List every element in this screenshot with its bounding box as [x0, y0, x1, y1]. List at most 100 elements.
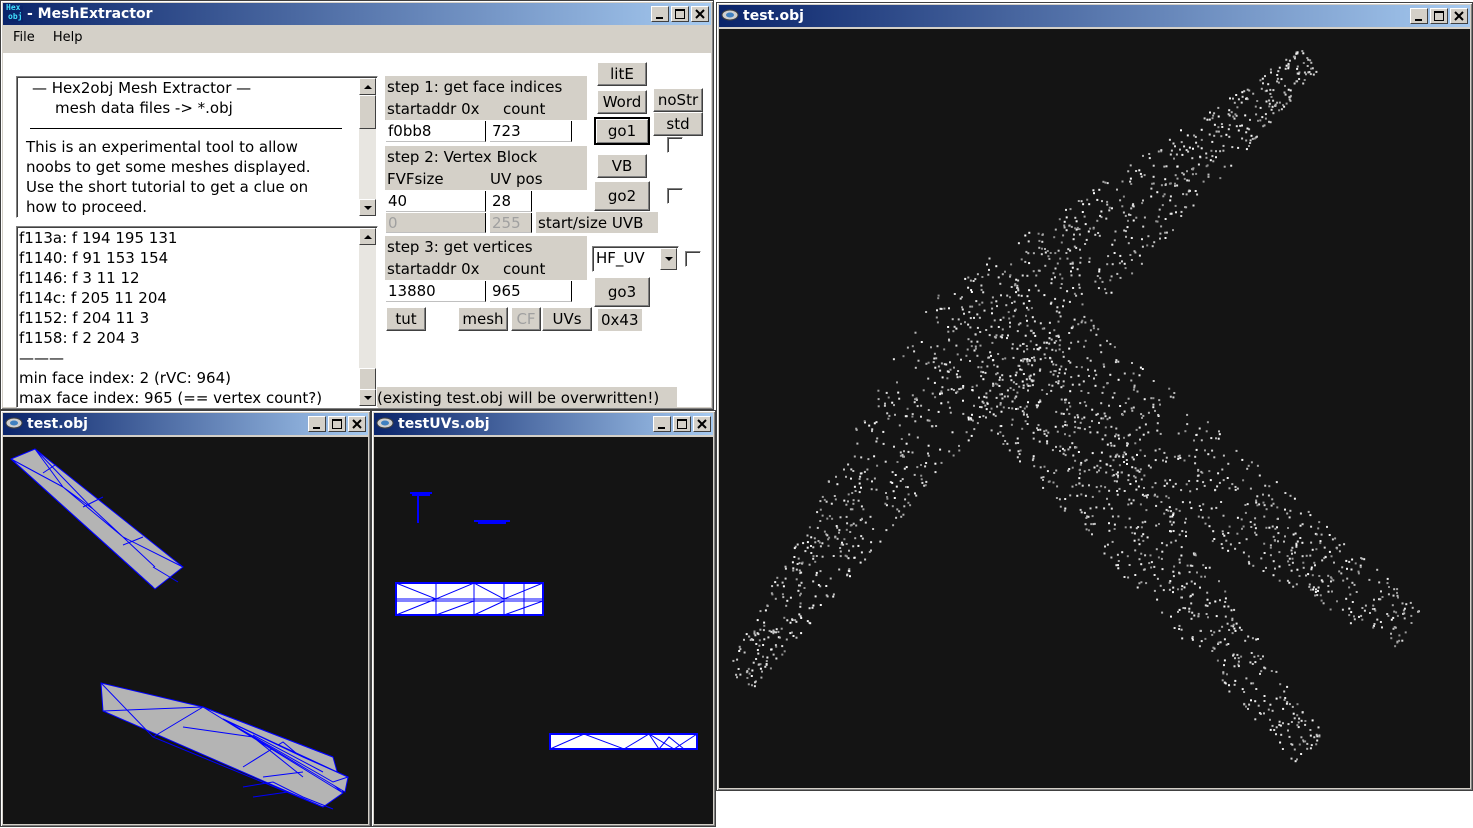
maximize-button[interactable]	[673, 416, 691, 432]
minimize-button[interactable]	[1410, 8, 1428, 24]
point	[752, 661, 755, 664]
point	[970, 340, 973, 343]
scroll-down-button[interactable]	[359, 199, 376, 216]
point	[1156, 191, 1159, 194]
point	[1172, 142, 1175, 145]
close-button[interactable]	[1450, 8, 1468, 24]
point	[1147, 431, 1150, 434]
point	[1227, 549, 1230, 552]
point	[1276, 506, 1279, 509]
std-checkbox[interactable]	[667, 137, 683, 153]
point	[1094, 384, 1097, 387]
close-button[interactable]	[693, 416, 711, 432]
go3-button[interactable]: go3	[594, 277, 650, 307]
viewer-window-icon	[721, 9, 739, 21]
point	[1213, 538, 1216, 540]
point	[1247, 464, 1250, 467]
scroll-thumb[interactable]	[359, 368, 376, 390]
point	[1208, 118, 1211, 121]
point	[1361, 618, 1364, 621]
point	[1053, 236, 1056, 239]
point	[1211, 140, 1214, 143]
main-titlebar[interactable]: Hex obj - MeshExtractor	[3, 3, 711, 25]
minimize-button[interactable]	[308, 416, 326, 432]
point	[1095, 333, 1098, 336]
close-button[interactable]	[348, 416, 366, 432]
small-viewport[interactable]	[3, 437, 368, 824]
minimize-button[interactable]	[651, 6, 669, 22]
go2-button[interactable]: go2	[594, 181, 650, 211]
point	[1039, 400, 1042, 403]
point	[1033, 320, 1036, 323]
point	[1057, 380, 1060, 383]
dropdown-button[interactable]	[660, 248, 677, 270]
point	[1017, 289, 1020, 292]
info-scrollbar[interactable]	[359, 78, 376, 216]
point	[1058, 368, 1061, 371]
uvs-button[interactable]: UVs	[542, 307, 592, 331]
go2-checkbox[interactable]	[667, 188, 683, 204]
point	[737, 668, 740, 670]
point	[1287, 560, 1290, 563]
point	[963, 312, 965, 315]
scroll-up-button[interactable]	[359, 78, 376, 95]
point	[1330, 580, 1332, 583]
scroll-up-button[interactable]	[359, 228, 376, 245]
go1-button[interactable]: go1	[594, 117, 650, 145]
uv-viewer-titlebar[interactable]: testUVs.obj	[374, 413, 713, 435]
lite-button[interactable]: litE	[597, 62, 647, 86]
step1-count-input[interactable]: 723	[490, 121, 572, 142]
point	[1142, 433, 1145, 436]
point	[1329, 576, 1332, 579]
point	[1111, 263, 1114, 266]
point	[1286, 701, 1289, 704]
format-select[interactable]: HF_UV	[592, 246, 679, 272]
scroll-down-button[interactable]	[359, 389, 376, 406]
large-viewer-titlebar[interactable]: test.obj	[719, 5, 1470, 27]
format-checkbox[interactable]	[685, 251, 701, 267]
point	[1010, 263, 1013, 266]
uv-viewport[interactable]	[374, 437, 713, 824]
scroll-thumb[interactable]	[359, 95, 376, 129]
uv-pos-input[interactable]: 28	[490, 191, 532, 212]
point	[1012, 356, 1015, 359]
point	[974, 333, 977, 336]
point	[1099, 466, 1102, 469]
point	[1269, 703, 1272, 706]
uvb-start-input[interactable]: 0	[386, 213, 486, 233]
info-textbox[interactable]: — Hex2obj Mesh Extractor — mesh data fil…	[16, 76, 378, 218]
log-textbox[interactable]: f113a: f 194 195 131 f1140: f 91 153 154…	[16, 226, 378, 408]
point	[1000, 410, 1003, 413]
minimize-button[interactable]	[653, 416, 671, 432]
point	[1096, 198, 1099, 201]
close-button[interactable]	[691, 6, 709, 22]
menu-help[interactable]: Help	[53, 30, 83, 45]
point	[1137, 526, 1140, 528]
mesh-button[interactable]: mesh	[458, 307, 508, 331]
point	[1357, 572, 1360, 575]
step3-startaddr-input[interactable]: 13880	[386, 281, 486, 302]
maximize-button[interactable]	[671, 6, 689, 22]
point	[1405, 603, 1408, 606]
log-scrollbar[interactable]	[359, 228, 376, 406]
uvb-size-input[interactable]: 255	[490, 213, 532, 233]
menu-file[interactable]: File	[13, 30, 35, 45]
point	[1109, 373, 1112, 376]
step3-count-input[interactable]: 965	[490, 281, 572, 302]
vb-button[interactable]: VB	[597, 154, 647, 178]
point	[877, 389, 880, 392]
cf-button[interactable]: CF	[511, 307, 541, 331]
point	[981, 301, 984, 304]
large-viewport[interactable]	[719, 29, 1470, 788]
word-button[interactable]: Word	[597, 90, 647, 114]
step1-startaddr-input[interactable]: f0bb8	[386, 121, 486, 142]
nostr-button[interactable]: noStr	[653, 88, 703, 112]
fvf-size-input[interactable]: 40	[386, 191, 486, 212]
maximize-button[interactable]	[328, 416, 346, 432]
tut-button[interactable]: tut	[386, 307, 426, 331]
std-button[interactable]: std	[653, 112, 703, 136]
point	[781, 593, 784, 596]
point	[1269, 88, 1272, 91]
maximize-button[interactable]	[1430, 8, 1448, 24]
small-viewer-titlebar[interactable]: test.obj	[3, 413, 368, 435]
